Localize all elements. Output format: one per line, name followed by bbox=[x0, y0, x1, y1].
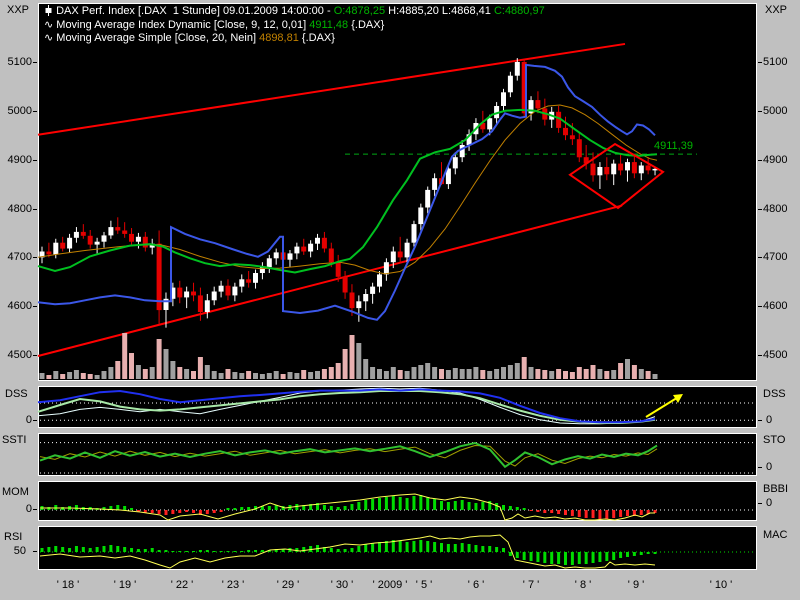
panel-axis-label: 50 bbox=[8, 546, 26, 557]
legend-ma1-suffix: {.DAX} bbox=[348, 19, 384, 31]
legend-ma1-name: Moving Average Index Dynamic [Close, 9, … bbox=[56, 19, 309, 31]
x-axis-label: 9 bbox=[628, 580, 644, 591]
y-axis-label-left: 4700 bbox=[4, 252, 32, 263]
panel-axis-label: STO bbox=[763, 435, 785, 446]
axis-tick bbox=[758, 257, 762, 258]
x-axis-label: 19 bbox=[114, 580, 137, 591]
axis-tick bbox=[33, 160, 37, 161]
legend-ma2-value: 4898,81 bbox=[259, 32, 299, 44]
axis-tick bbox=[758, 503, 762, 504]
panel-axis-label: DSS bbox=[763, 389, 786, 400]
chart-legend: DAX Perf. Index [.DAX 1 Stunde] 09.01.20… bbox=[44, 5, 545, 44]
axis-tick bbox=[758, 306, 762, 307]
x-axis-label: 8 bbox=[575, 580, 591, 591]
axis-tick bbox=[33, 355, 37, 356]
window-label-right: XXP bbox=[765, 4, 787, 16]
y-axis-label-right: 4900 bbox=[763, 155, 787, 166]
panel-axis-label: 0 bbox=[14, 415, 32, 426]
x-axis-label: 29 bbox=[277, 580, 300, 591]
axis-tick bbox=[758, 160, 762, 161]
axis-tick bbox=[758, 467, 762, 468]
panel-axis-label: SSTI bbox=[2, 435, 26, 446]
y-axis-label-left: 5000 bbox=[4, 106, 32, 117]
x-axis-label: 18 bbox=[57, 580, 80, 591]
y-axis-label-right: 5000 bbox=[763, 106, 787, 117]
axis-tick bbox=[33, 257, 37, 258]
wave-icon: ∿ bbox=[44, 18, 53, 31]
y-axis-label-right: 4700 bbox=[763, 252, 787, 263]
x-axis-label: 22 bbox=[171, 580, 194, 591]
legend-close-value: C:4880,97 bbox=[494, 5, 545, 17]
axis-tick bbox=[758, 355, 762, 356]
chart-window: XXP XXP DAX Perf. Index [.DAX 1 Stunde] … bbox=[0, 0, 800, 600]
y-axis-label-right: 4800 bbox=[763, 204, 787, 215]
x-axis-label: 6 bbox=[468, 580, 484, 591]
y-axis-label-left: 4800 bbox=[4, 204, 32, 215]
y-axis-label-right: 4500 bbox=[763, 350, 787, 361]
panel-axis-label: MOM bbox=[2, 487, 29, 498]
panel-axis-label: BBBI bbox=[763, 484, 788, 495]
axis-tick bbox=[33, 62, 37, 63]
candlestick-icon bbox=[44, 5, 53, 16]
axis-tick bbox=[758, 420, 762, 421]
axis-tick bbox=[33, 420, 37, 421]
legend-open-value: O:4878,25 bbox=[334, 5, 385, 17]
y-axis-label-left: 4600 bbox=[4, 301, 32, 312]
window-label-left: XXP bbox=[7, 4, 29, 16]
panel-axis-label: 0 bbox=[14, 504, 32, 515]
x-axis-label: 30 bbox=[331, 580, 354, 591]
legend-ma2-name: Moving Average Simple [Close, 20, Nein] bbox=[56, 32, 259, 44]
y-axis-label-left: 4900 bbox=[4, 155, 32, 166]
wave-icon: ∿ bbox=[44, 31, 53, 44]
legend-high-low-values: H:4885,20 L:4868,41 bbox=[385, 5, 494, 17]
axis-tick bbox=[33, 509, 37, 510]
panel-axis-label: RSI bbox=[4, 532, 22, 543]
x-axis-label: 7 bbox=[523, 580, 539, 591]
panel-axis-label: MAC bbox=[763, 530, 787, 541]
y-axis-label-left: 5100 bbox=[4, 57, 32, 68]
axis-tick bbox=[758, 111, 762, 112]
x-axis-label: 23 bbox=[222, 580, 245, 591]
legend-ma1-value: 4911,48 bbox=[309, 19, 348, 31]
axis-tick bbox=[33, 111, 37, 112]
panel-axis-label: 0 bbox=[766, 415, 772, 426]
x-axis-label: 2009 bbox=[373, 580, 408, 591]
axis-tick bbox=[33, 209, 37, 210]
axis-tick bbox=[758, 209, 762, 210]
y-axis-label-right: 4600 bbox=[763, 301, 787, 312]
y-axis-label-right: 5100 bbox=[763, 57, 787, 68]
price-level-label: 4911,39 bbox=[654, 141, 693, 152]
legend-line-ma-simple: ∿ Moving Average Simple [Close, 20, Nein… bbox=[44, 31, 545, 44]
axis-tick bbox=[758, 62, 762, 63]
axis-tick bbox=[33, 306, 37, 307]
x-axis-label: 10 bbox=[710, 580, 733, 591]
legend-line-ma-dynamic: ∿ Moving Average Index Dynamic [Close, 9… bbox=[44, 18, 545, 31]
chart-canvas bbox=[0, 0, 800, 600]
legend-line-instrument: DAX Perf. Index [.DAX 1 Stunde] 09.01.20… bbox=[44, 5, 545, 18]
panel-axis-label: 0 bbox=[766, 462, 772, 473]
panel-axis-label: DSS bbox=[5, 389, 28, 400]
legend-ma2-suffix: {.DAX} bbox=[299, 32, 335, 44]
x-axis-label: 5 bbox=[416, 580, 432, 591]
axis-tick bbox=[33, 551, 37, 552]
panel-axis-label: 0 bbox=[766, 498, 772, 509]
y-axis-label-left: 4500 bbox=[4, 350, 32, 361]
legend-symbol-text: DAX Perf. Index [.DAX 1 Stunde] 09.01.20… bbox=[56, 5, 334, 17]
